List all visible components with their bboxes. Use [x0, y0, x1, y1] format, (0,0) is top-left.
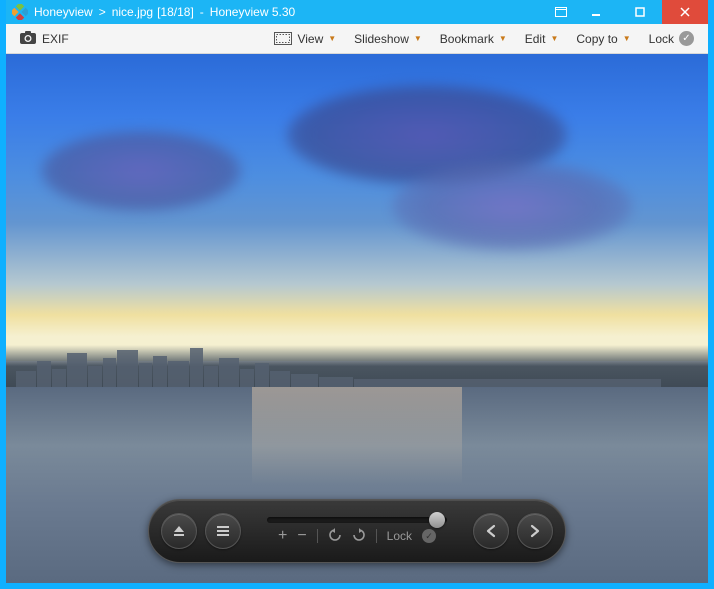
chevron-down-icon: ▼: [414, 34, 422, 43]
app-window: Honeyview > nice.jpg [18/18] - Honeyview…: [6, 0, 708, 583]
title-file-name: nice.jpg: [112, 5, 153, 19]
eject-button[interactable]: [161, 513, 197, 549]
minimize-button[interactable]: [574, 0, 618, 24]
chevron-down-icon: ▼: [328, 34, 336, 43]
lock-label: Lock: [649, 32, 674, 46]
toolbar: EXIF View ▼ Slideshow ▼ Bookmark ▼ Edit …: [6, 24, 708, 54]
check-circle-icon: ✓: [679, 31, 694, 46]
bookmark-label: Bookmark: [440, 32, 494, 46]
edit-label: Edit: [525, 32, 546, 46]
title-dash: -: [200, 5, 204, 19]
title-counter: [18/18]: [157, 5, 194, 19]
zoom-out-button[interactable]: −: [297, 527, 306, 545]
chevron-down-icon: ▼: [623, 34, 631, 43]
close-button[interactable]: [662, 0, 708, 24]
view-label: View: [297, 32, 323, 46]
lock-button[interactable]: Lock ✓: [643, 28, 700, 49]
rotate-left-button[interactable]: [328, 528, 342, 545]
view-menu[interactable]: View ▼: [268, 29, 342, 49]
separator: [376, 529, 377, 543]
image-viewport[interactable]: + − Lock ✓: [6, 54, 708, 583]
rotate-right-button[interactable]: [352, 528, 366, 545]
titlebar[interactable]: Honeyview > nice.jpg [18/18] - Honeyview…: [6, 0, 708, 24]
slideshow-menu[interactable]: Slideshow ▼: [348, 29, 428, 49]
check-circle-icon: ✓: [422, 529, 436, 543]
overlay-center: + − Lock ✓: [249, 517, 465, 545]
title-app-version: Honeyview 5.30: [210, 5, 295, 19]
zoom-slider[interactable]: [267, 517, 447, 523]
fullscreen-button[interactable]: [548, 0, 574, 24]
overlay-lock-label[interactable]: Lock: [387, 529, 412, 543]
app-logo-icon: [12, 4, 28, 20]
copy-to-label: Copy to: [576, 32, 617, 46]
menu-button[interactable]: [205, 513, 241, 549]
chevron-down-icon: ▼: [499, 34, 507, 43]
sub-controls: + − Lock ✓: [278, 527, 436, 545]
bookmark-menu[interactable]: Bookmark ▼: [434, 29, 513, 49]
next-button[interactable]: [517, 513, 553, 549]
title-sep: >: [99, 5, 106, 19]
slideshow-label: Slideshow: [354, 32, 409, 46]
exif-button[interactable]: EXIF: [14, 29, 75, 49]
previous-button[interactable]: [473, 513, 509, 549]
separator: [317, 529, 318, 543]
camera-icon: [20, 31, 36, 47]
edit-menu[interactable]: Edit ▼: [519, 29, 565, 49]
view-icon: [274, 32, 292, 45]
zoom-in-button[interactable]: +: [278, 527, 287, 545]
slider-thumb[interactable]: [429, 512, 445, 528]
title-app-name: Honeyview: [34, 5, 93, 19]
exif-label: EXIF: [42, 32, 69, 46]
chevron-down-icon: ▼: [550, 34, 558, 43]
maximize-button[interactable]: [618, 0, 662, 24]
copy-to-menu[interactable]: Copy to ▼: [570, 29, 636, 49]
overlay-controls: + − Lock ✓: [148, 499, 566, 563]
